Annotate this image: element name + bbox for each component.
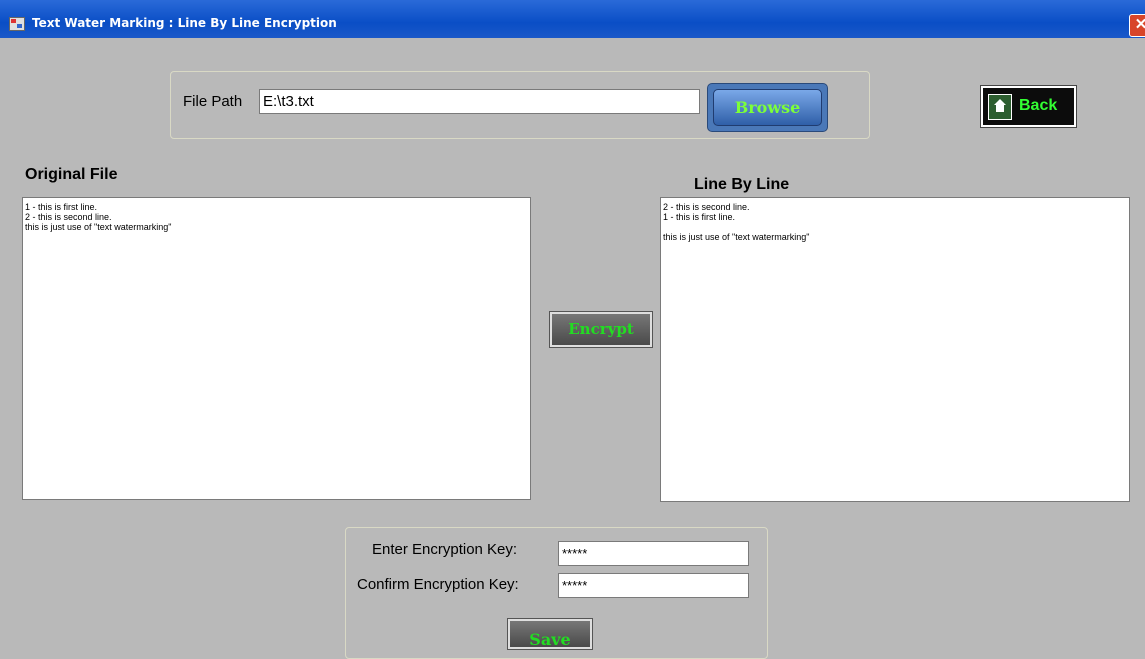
- back-button[interactable]: Back: [980, 85, 1077, 128]
- confirm-key-input[interactable]: [558, 573, 749, 598]
- line-by-line-textarea[interactable]: 2 - this is second line. 1 - this is fir…: [660, 197, 1130, 502]
- original-file-textarea[interactable]: 1 - this is first line. 2 - this is seco…: [22, 197, 531, 500]
- encrypt-button[interactable]: Encrypt: [549, 311, 653, 348]
- confirm-key-label: Confirm Encryption Key:: [357, 576, 519, 593]
- close-button[interactable]: ✕: [1129, 14, 1145, 37]
- browse-button[interactable]: Browse: [707, 83, 828, 132]
- file-path-label: File Path: [183, 93, 243, 110]
- home-icon: [988, 94, 1012, 120]
- title-bar: Text Water Marking : Line By Line Encryp…: [0, 0, 1145, 38]
- save-button[interactable]: Save: [507, 618, 593, 650]
- window-title: Text Water Marking : Line By Line Encryp…: [32, 16, 337, 30]
- line-by-line-heading: Line By Line: [694, 176, 790, 193]
- enter-key-label: Enter Encryption Key:: [372, 541, 518, 558]
- back-button-label: Back: [1019, 97, 1058, 114]
- file-path-input[interactable]: [259, 89, 700, 114]
- browse-button-label: Browse: [713, 89, 822, 126]
- enter-key-input[interactable]: [558, 541, 749, 566]
- app-icon: [9, 17, 25, 31]
- original-file-heading: Original File: [25, 166, 118, 183]
